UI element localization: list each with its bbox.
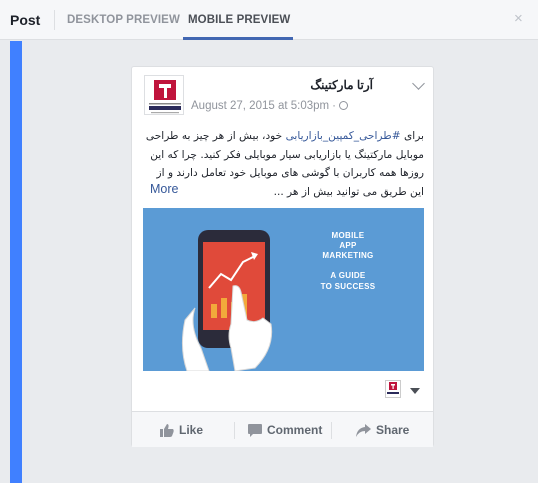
post-body: برای #طراحی_کمپین_بازاریابی خود، بیش از …	[143, 127, 424, 201]
page-name[interactable]: آرتا مارکتینگ	[310, 78, 373, 92]
comment-label: Comment	[267, 423, 323, 437]
post-title: Post	[10, 12, 41, 28]
share-label: Share	[376, 423, 410, 437]
globe-icon	[338, 101, 348, 110]
share-button[interactable]: Share	[356, 412, 409, 448]
image-text-app: APP	[339, 241, 357, 250]
image-text-success: TO SUCCESS	[320, 282, 376, 291]
post-meta: August 27, 2015 at 5:03pm ·	[191, 100, 348, 112]
post-image[interactable]: MOBILE APP MARKETING A GUIDE TO SUCCESS	[143, 208, 424, 371]
post-timestamp[interactable]: August 27, 2015 at 5:03pm	[191, 100, 329, 112]
action-divider	[331, 422, 332, 439]
action-bar: Like Comment Share	[132, 411, 433, 447]
comment-button[interactable]: Comment	[248, 412, 322, 448]
close-icon[interactable]: ×	[514, 11, 523, 27]
header-divider	[54, 10, 55, 30]
share-icon	[356, 415, 371, 451]
accent-bar	[10, 41, 22, 483]
thumbs-up-icon	[160, 415, 174, 451]
page-avatar[interactable]	[144, 75, 184, 115]
preview-header: Post DESKTOP PREVIEW MOBILE PREVIEW ×	[0, 0, 538, 40]
action-divider	[234, 422, 235, 439]
page-logo-small[interactable]	[385, 380, 401, 398]
post-text-prefix: برای	[400, 130, 424, 142]
image-text-guide: A GUIDE	[330, 271, 366, 280]
tab-mobile-preview[interactable]: MOBILE PREVIEW	[188, 14, 290, 26]
chevron-down-icon[interactable]	[412, 77, 425, 90]
image-text-marketing: MARKETING	[322, 251, 374, 260]
comment-icon	[248, 415, 262, 451]
like-label: Like	[179, 423, 204, 437]
like-button[interactable]: Like	[160, 412, 203, 448]
see-more-link[interactable]: More	[150, 182, 178, 196]
image-text-mobile: MOBILE	[331, 231, 365, 240]
hashtag-link[interactable]: #طراحی_کمپین_بازاریابی	[286, 130, 401, 142]
caret-down-icon[interactable]	[410, 388, 420, 394]
tab-desktop-preview[interactable]: DESKTOP PREVIEW	[67, 14, 180, 26]
post-card: آرتا مارکتینگ August 27, 2015 at 5:03pm ·…	[131, 66, 434, 447]
meta-separator: ·	[332, 100, 336, 112]
active-tab-indicator	[183, 37, 293, 40]
